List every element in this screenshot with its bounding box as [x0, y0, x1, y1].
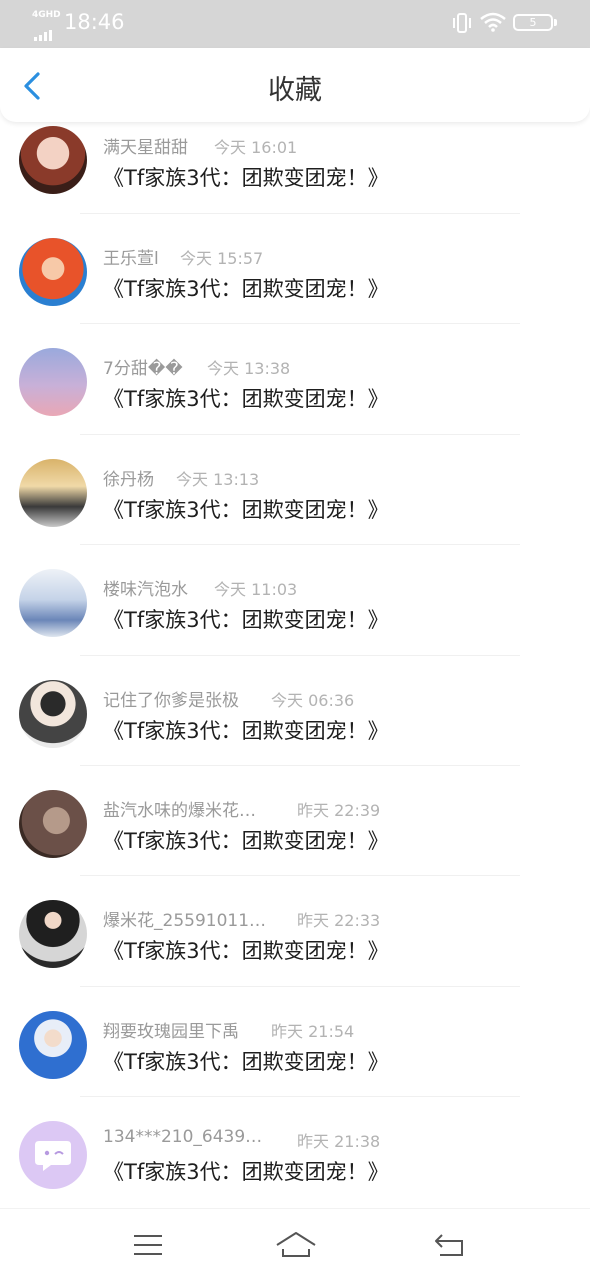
list-item[interactable]: 7分甜�� 今天 13:38 《Tf家族3代：团欺变团宠！》 [0, 324, 590, 435]
favorite-title[interactable]: 《Tf家族3代：团欺变团宠！》 [103, 494, 389, 524]
status-time: 18:46 [64, 10, 125, 34]
avatar[interactable] [19, 789, 87, 858]
header: 收藏 [0, 48, 590, 122]
default-avatar-icon [35, 1141, 71, 1172]
list-item[interactable]: 134***210_6439… 昨天 21:38 《Tf家族3代：团欺变团宠！》 [0, 1097, 590, 1207]
username[interactable]: 记住了你爹是张极 [103, 686, 239, 711]
username[interactable]: 134***210_6439… [103, 1127, 262, 1147]
system-nav-bar [0, 1208, 590, 1281]
list-item[interactable]: 满天星甜甜 今天 16:01 《Tf家族3代：团欺变团宠！》 [0, 122, 590, 214]
favorite-title[interactable]: 《Tf家族3代：团欺变团宠！》 [103, 935, 389, 965]
timestamp: 今天 06:36 [271, 690, 355, 710]
timestamp: 昨天 22:39 [297, 800, 381, 820]
timestamp: 昨天 21:54 [271, 1021, 355, 1041]
list-item[interactable]: 徐丹杨 今天 13:13 《Tf家族3代：团欺变团宠！》 [0, 435, 590, 546]
avatar[interactable] [19, 126, 87, 194]
username[interactable]: 王乐萱l [103, 244, 159, 269]
list-item[interactable]: 翔要玫瑰园里下禹 昨天 21:54 《Tf家族3代：团欺变团宠！》 [0, 987, 590, 1098]
favorite-title[interactable]: 《Tf家族3代：团欺变团宠！》 [103, 604, 389, 634]
avatar[interactable] [19, 569, 87, 638]
favorite-title[interactable]: 《Tf家族3代：团欺变团宠！》 [103, 1156, 389, 1186]
avatar[interactable] [19, 458, 87, 527]
avatar[interactable] [19, 238, 87, 306]
avatar[interactable] [19, 1010, 87, 1079]
wifi-icon [480, 12, 506, 32]
timestamp: 今天 13:13 [176, 469, 260, 489]
favorite-title[interactable]: 《Tf家族3代：团欺变团宠！》 [103, 715, 389, 745]
avatar[interactable] [19, 679, 87, 748]
timestamp: 昨天 21:38 [297, 1132, 381, 1152]
list-item[interactable]: 盐汽水味的爆米花… 昨天 22:39 《Tf家族3代：团欺变团宠！》 [0, 766, 590, 877]
network-type: 4GHD [32, 10, 61, 20]
username[interactable]: 翔要玫瑰园里下禹 [103, 1017, 239, 1042]
favorite-title[interactable]: 《Tf家族3代：团欺变团宠！》 [103, 825, 389, 855]
avatar[interactable] [19, 348, 87, 417]
username[interactable]: 楼味汽泡水 [103, 575, 188, 600]
favorite-title[interactable]: 《Tf家族3代：团欺变团宠！》 [103, 1046, 389, 1076]
username[interactable]: 徐丹杨 [103, 465, 154, 490]
favorites-list: 满天星甜甜 今天 16:01 《Tf家族3代：团欺变团宠！》 王乐萱l 今天 1… [0, 122, 590, 1208]
username[interactable]: 爆米花_25591011… [103, 906, 266, 931]
username[interactable]: 7分甜�� [103, 354, 183, 379]
battery-level: 5 [529, 16, 537, 29]
page-title: 收藏 [268, 75, 322, 106]
timestamp: 今天 15:57 [180, 249, 264, 268]
signal-icon: 4GHD [32, 10, 61, 41]
home-icon[interactable] [275, 1229, 317, 1261]
list-item[interactable]: 爆米花_25591011… 昨天 22:33 《Tf家族3代：团欺变团宠！》 [0, 876, 590, 987]
list-item[interactable]: 记住了你爹是张极 今天 06:36 《Tf家族3代：团欺变团宠！》 [0, 656, 590, 766]
username[interactable]: 满天星甜甜 [103, 133, 188, 158]
menu-icon[interactable] [130, 1229, 166, 1261]
username[interactable]: 盐汽水味的爆米花… [103, 796, 256, 821]
favorite-title[interactable]: 《Tf家族3代：团欺变团宠！》 [103, 162, 389, 192]
timestamp: 今天 11:03 [214, 580, 298, 600]
status-bar: 4GHD 18:46 5 [0, 0, 590, 48]
favorite-title[interactable]: 《Tf家族3代：团欺变团宠！》 [103, 273, 389, 303]
timestamp: 昨天 22:33 [297, 911, 381, 931]
avatar[interactable] [19, 1121, 87, 1190]
battery-icon: 5 [513, 14, 557, 31]
timestamp: 今天 13:38 [207, 359, 291, 379]
list-item[interactable]: 楼味汽泡水 今天 11:03 《Tf家族3代：团欺变团宠！》 [0, 545, 590, 656]
timestamp: 今天 16:01 [214, 138, 298, 157]
back-icon[interactable] [432, 1229, 468, 1261]
avatar[interactable] [19, 900, 87, 969]
vibrate-icon [453, 13, 471, 33]
list-item[interactable]: 王乐萱l 今天 15:57 《Tf家族3代：团欺变团宠！》 [0, 214, 590, 325]
favorite-title[interactable]: 《Tf家族3代：团欺变团宠！》 [103, 383, 389, 413]
